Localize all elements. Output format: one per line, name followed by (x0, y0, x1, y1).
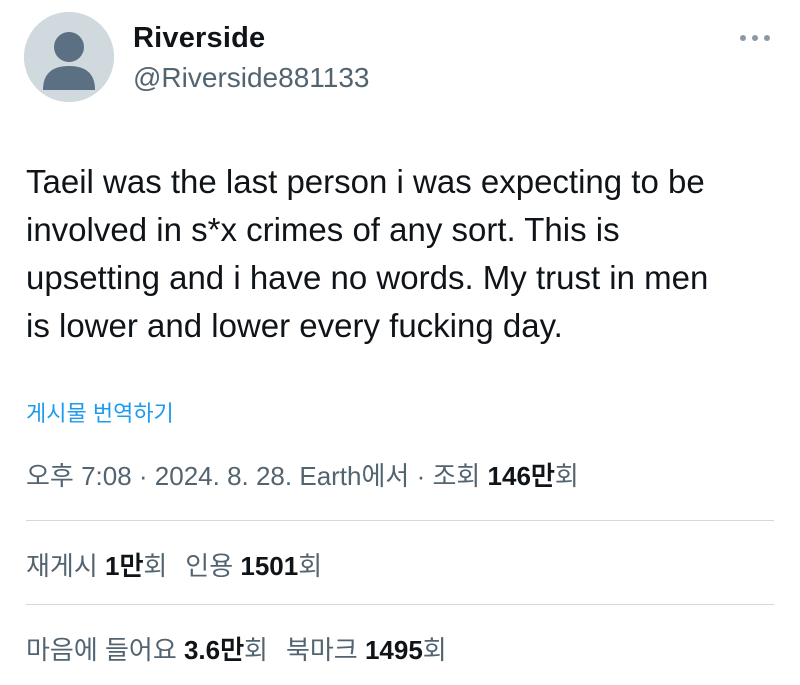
views-unit: 회 (554, 461, 579, 491)
bookmarks-label: 북마크 (285, 635, 365, 665)
likes-count: 3.6만 (183, 635, 245, 665)
bookmarks-stat[interactable]: 북마크 1495회 (286, 635, 447, 665)
default-avatar-icon (24, 12, 114, 102)
reposts-unit: 회 (143, 551, 168, 581)
engagement-row: 재게시 1만회 인용 1501회 (26, 546, 322, 583)
views-label: 조회 (432, 461, 488, 491)
likes-unit: 회 (244, 635, 268, 665)
quotes-unit: 회 (298, 551, 323, 581)
bookmarks-unit: 회 (422, 635, 447, 665)
tweet-text-line: involved in s*x crimes of any sort. This… (26, 211, 620, 248)
author-handle[interactable]: @Riverside881133 (133, 62, 369, 94)
separator-dot: · (409, 461, 433, 491)
post-time[interactable]: 오후 7:08 (26, 461, 132, 491)
divider (26, 520, 774, 521)
more-horizontal-icon (740, 35, 770, 41)
likes-label: 마음에 들어요 (26, 635, 184, 665)
divider (26, 604, 774, 605)
engagement-row: 마음에 들어요 3.6만회 북마크 1495회 (26, 630, 447, 667)
tweet-text-line: is lower and lower every fucking day. (26, 307, 563, 344)
tweet-text-line: Taeil was the last person i was expectin… (26, 163, 705, 200)
author-display-name[interactable]: Riverside (133, 22, 265, 55)
more-options-button[interactable] (738, 28, 772, 48)
views-count: 146만 (487, 461, 555, 491)
quotes-label: 인용 (185, 551, 241, 581)
separator-dot: · (131, 461, 155, 491)
avatar[interactable] (24, 12, 114, 102)
translate-post-link[interactable]: 게시물 번역하기 (26, 396, 174, 428)
post-date[interactable]: 2024. 8. 28. (155, 461, 292, 491)
quotes-stat[interactable]: 인용 1501회 (185, 551, 322, 581)
quotes-count: 1501 (240, 551, 299, 581)
likes-stat[interactable]: 마음에 들어요 3.6만회 (26, 635, 268, 665)
reposts-count: 1만 (104, 551, 144, 581)
reposts-stat[interactable]: 재게시 1만회 (26, 551, 167, 581)
tweet-metadata: 오후 7:08 · 2024. 8. 28. Earth에서 · 조회 146만… (26, 456, 579, 493)
reposts-label: 재게시 (26, 551, 105, 581)
bookmarks-count: 1495 (364, 635, 423, 665)
tweet-text-line: upsetting and i have no words. My trust … (26, 259, 709, 296)
post-source: Earth에서 (292, 461, 410, 491)
tweet-text: Taeil was the last person i was expectin… (26, 158, 766, 350)
